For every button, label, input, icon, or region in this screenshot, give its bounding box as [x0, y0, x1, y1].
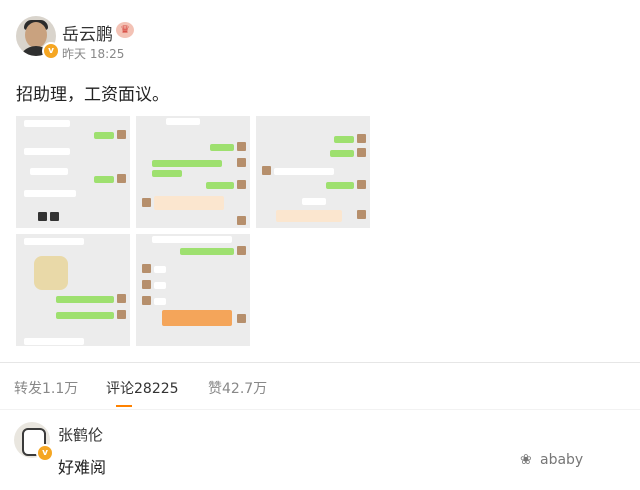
commenter-name[interactable]: 张鹤伦: [58, 424, 103, 445]
post-time: 昨天 18:25: [62, 47, 125, 61]
verified-icon: v: [36, 444, 54, 462]
chat-screenshot-4[interactable]: [16, 234, 130, 346]
like-tab[interactable]: 赞42.7万: [208, 378, 267, 398]
comment-item: v 张鹤伦 好难阅 ❀ ababy: [0, 410, 640, 490]
chat-screenshot-2[interactable]: [136, 116, 250, 228]
comment-text: 好难阅: [58, 458, 107, 477]
post-content: 招助理，工资面议。: [16, 85, 169, 105]
chat-screenshot-5[interactable]: [136, 234, 250, 346]
weibo-post: v 岳云鹏 ♛ 昨天 18:25 招助理，工资面议。: [0, 0, 640, 362]
chat-screenshot-1[interactable]: [16, 116, 130, 228]
watermark: ababy: [540, 452, 584, 468]
action-bar: 转发1.1万 评论28225 赞42.7万: [0, 362, 640, 409]
verified-icon: v: [42, 42, 60, 60]
comment-tab[interactable]: 评论28225: [106, 378, 179, 398]
wechat-icon: ❀: [520, 452, 532, 468]
crown-badge-icon: ♛: [116, 22, 134, 38]
repost-tab[interactable]: 转发1.1万: [14, 378, 78, 398]
active-tab-indicator: [116, 405, 132, 407]
chat-screenshot-3[interactable]: [256, 116, 370, 228]
author-name[interactable]: 岳云鹏: [62, 20, 113, 45]
